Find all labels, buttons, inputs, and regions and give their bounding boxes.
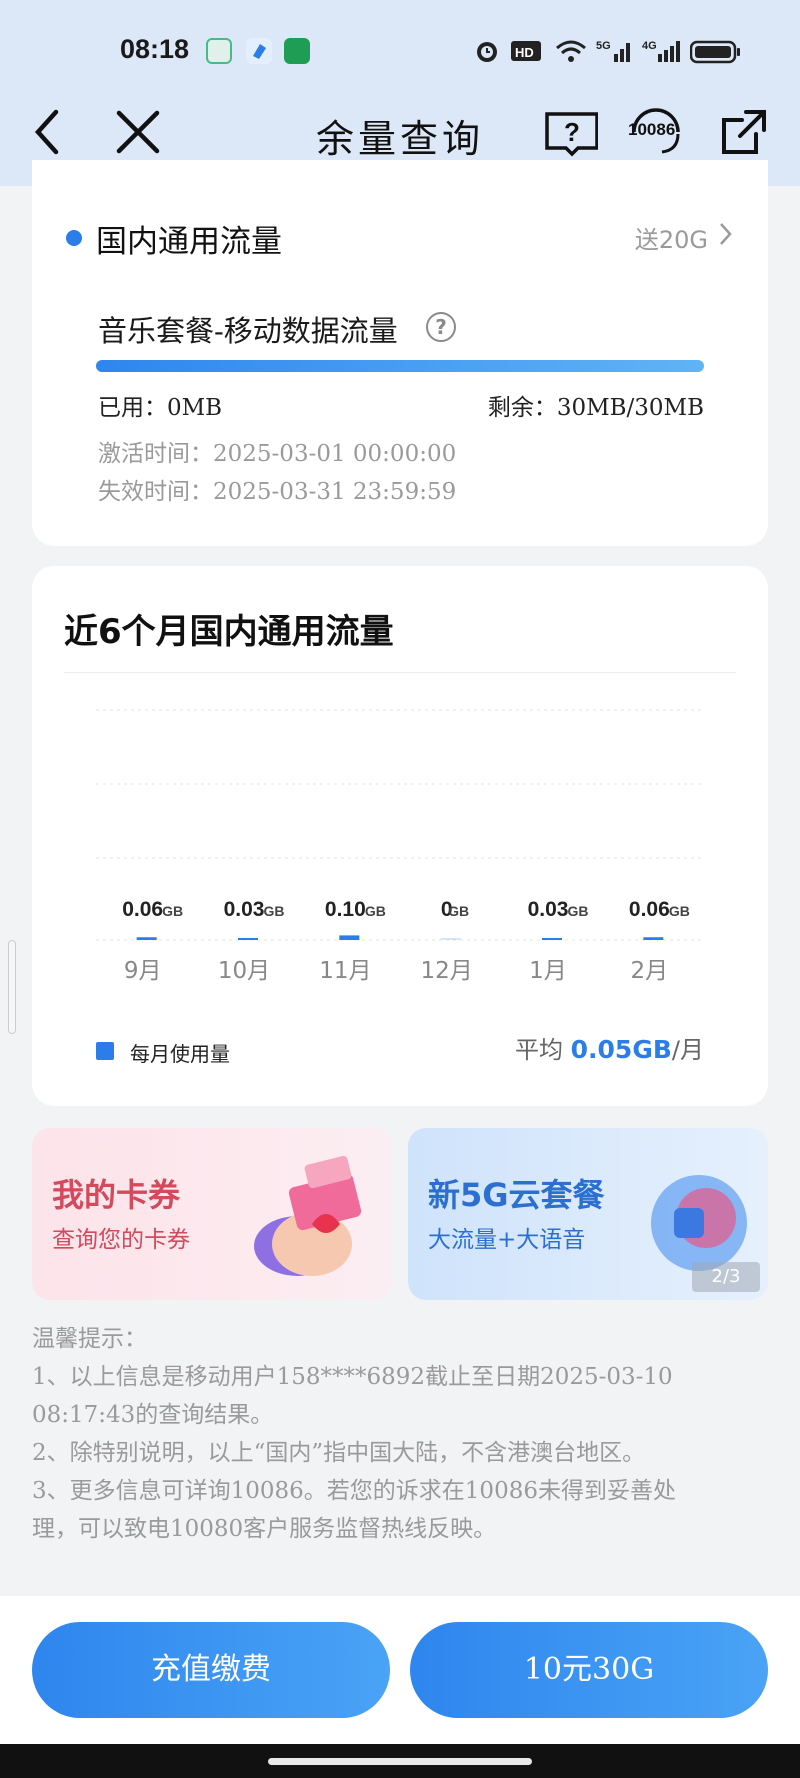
bar-value-label: 0.10 bbox=[325, 898, 366, 921]
category-tick-label: 2月 bbox=[631, 958, 669, 984]
status-bar: 08:18 HD 5G 4G bbox=[0, 30, 800, 70]
footer-bar: 充值缴费 10元30G bbox=[0, 1596, 800, 1744]
expiration-time: 失效时间：2025-03-31 23:59:59 bbox=[98, 479, 457, 505]
category-tick-label: 9月 bbox=[124, 958, 162, 984]
used-amount: 已用：0MB bbox=[98, 395, 223, 421]
category-tick-label: 12月 bbox=[421, 958, 473, 984]
bar-value-label: 0.06 bbox=[122, 898, 163, 921]
tips-heading: 温馨提示： bbox=[32, 1326, 147, 1352]
5g-cloud-plan-banner[interactable]: 新5G云套餐 大流量+大语音 2/3 bbox=[408, 1128, 768, 1300]
chart-bar bbox=[542, 938, 562, 940]
banner-title: 新5G云套餐 bbox=[428, 1176, 605, 1214]
battery-icon bbox=[690, 40, 740, 64]
alarm-icon bbox=[477, 42, 497, 62]
bar-value-label: 0.06 bbox=[629, 898, 670, 921]
app-notification-icon bbox=[206, 38, 232, 64]
gift-box-icon bbox=[254, 1155, 362, 1276]
oppo-app-icon bbox=[284, 38, 310, 64]
chart-bar bbox=[643, 937, 664, 940]
5g-signal-icon: 5G bbox=[596, 40, 630, 62]
bar-unit-label: GB bbox=[568, 903, 589, 919]
app-notification-icon bbox=[246, 38, 272, 64]
banner-subtitle: 查询您的卡券 bbox=[52, 1227, 190, 1253]
bar-unit-label: GB bbox=[365, 903, 386, 919]
top-bar: 08:18 HD 5G 4G 余量查询 ? 10086 bbox=[0, 0, 800, 186]
banner-title: 我的卡券 bbox=[52, 1176, 181, 1214]
customer-service-button[interactable]: 10086 bbox=[624, 104, 688, 160]
system-nav-bar bbox=[0, 1744, 800, 1778]
help-book-icon[interactable]: ? bbox=[542, 104, 598, 160]
remaining-progress-bar bbox=[96, 360, 704, 372]
section-dot bbox=[66, 230, 82, 246]
average-prefix: 平均 bbox=[515, 1036, 563, 1064]
chart-title: 近6个月国内通用流量 bbox=[64, 612, 394, 652]
chart-bar bbox=[238, 938, 258, 940]
home-indicator[interactable] bbox=[268, 1758, 532, 1765]
tip-line: 2、除特别说明，以上“国内”指中国大陆，不含港澳台地区。 bbox=[32, 1440, 646, 1466]
remaining-amount: 剩余：30MB/30MB bbox=[487, 395, 704, 421]
tips-section: 温馨提示： 1、以上信息是移动用户158****6892截止至日期2025-03… bbox=[32, 1320, 772, 1548]
average-usage: 平均 0.05GB/月 bbox=[515, 1030, 704, 1065]
activation-time: 激活时间：2025-03-01 00:00:00 bbox=[98, 441, 457, 467]
hd-icon: HD bbox=[511, 41, 541, 61]
bar-value-label: 0.03 bbox=[224, 898, 265, 921]
help-icon[interactable]: ? bbox=[426, 312, 456, 342]
tip-line: 1、以上信息是移动用户158****6892截止至日期2025-03-10 bbox=[32, 1364, 673, 1390]
legend-swatch bbox=[96, 1042, 114, 1060]
banner-pager: 2/3 bbox=[692, 1262, 760, 1292]
coupon-banner[interactable]: 我的卡券 查询您的卡券 bbox=[32, 1128, 392, 1300]
chart-bar bbox=[440, 938, 461, 940]
legend-label: 每月使用量 bbox=[130, 1042, 230, 1066]
nav-bar: 余量查询 ? 10086 bbox=[0, 96, 800, 170]
bar-unit-label: GB bbox=[448, 903, 469, 919]
svg-text:?: ? bbox=[564, 117, 580, 147]
category-tick-label: 1月 bbox=[529, 958, 567, 984]
wifi-icon bbox=[556, 40, 586, 62]
banner-subtitle: 大流量+大语音 bbox=[428, 1227, 586, 1253]
recharge-button[interactable]: 充值缴费 bbox=[32, 1622, 390, 1718]
chart-bar bbox=[339, 935, 360, 940]
share-icon[interactable] bbox=[716, 104, 772, 160]
bar-unit-label: GB bbox=[669, 903, 690, 919]
history-card: 近6个月国内通用流量 0.06 GB 9月 0.03 GB 10月 0.10 GB 11月 0 GB… bbox=[32, 566, 768, 1106]
traffic-card: 国内通用流量 送20G 音乐套餐-移动数据流量 ? 已用：0MB 剩余：30MB… bbox=[32, 160, 768, 546]
average-value: 0.05GB bbox=[570, 1035, 672, 1064]
side-handle[interactable] bbox=[8, 940, 16, 1034]
tip-line: 理，可以致电10080客户服务监督热线反映。 bbox=[32, 1516, 497, 1542]
bar-unit-label: GB bbox=[162, 903, 183, 919]
package-name: 音乐套餐-移动数据流量 bbox=[98, 314, 398, 348]
tip-line: 08:17:43的查询结果。 bbox=[32, 1402, 274, 1428]
service-number: 10086 bbox=[628, 120, 676, 139]
bar-unit-label: GB bbox=[264, 903, 285, 919]
chevron-right-icon[interactable] bbox=[718, 220, 734, 248]
promo-link[interactable]: 送20G bbox=[635, 220, 708, 255]
section-title: 国内通用流量 bbox=[96, 224, 282, 260]
status-time: 08:18 bbox=[120, 34, 190, 64]
svg-text:4G: 4G bbox=[642, 40, 657, 52]
category-tick-label: 11月 bbox=[319, 958, 371, 984]
chart-bar bbox=[136, 937, 157, 940]
offer-button[interactable]: 10元30G bbox=[410, 1622, 768, 1718]
usage-chart: 0.06 GB9月0.03 GB10月0.10 GB11月0GB12月0.03 GB1月… bbox=[96, 709, 704, 984]
bar-value-label: 0.03 bbox=[528, 898, 569, 921]
svg-text:5G: 5G bbox=[596, 40, 611, 52]
svg-text:HD: HD bbox=[515, 45, 534, 60]
4g-signal-icon: 4G bbox=[642, 40, 680, 62]
average-suffix: /月 bbox=[671, 1036, 704, 1064]
category-tick-label: 10月 bbox=[218, 958, 270, 984]
tip-line: 3、更多信息可详询10086。若您的诉求在10086未得到妥善处 bbox=[32, 1478, 676, 1504]
